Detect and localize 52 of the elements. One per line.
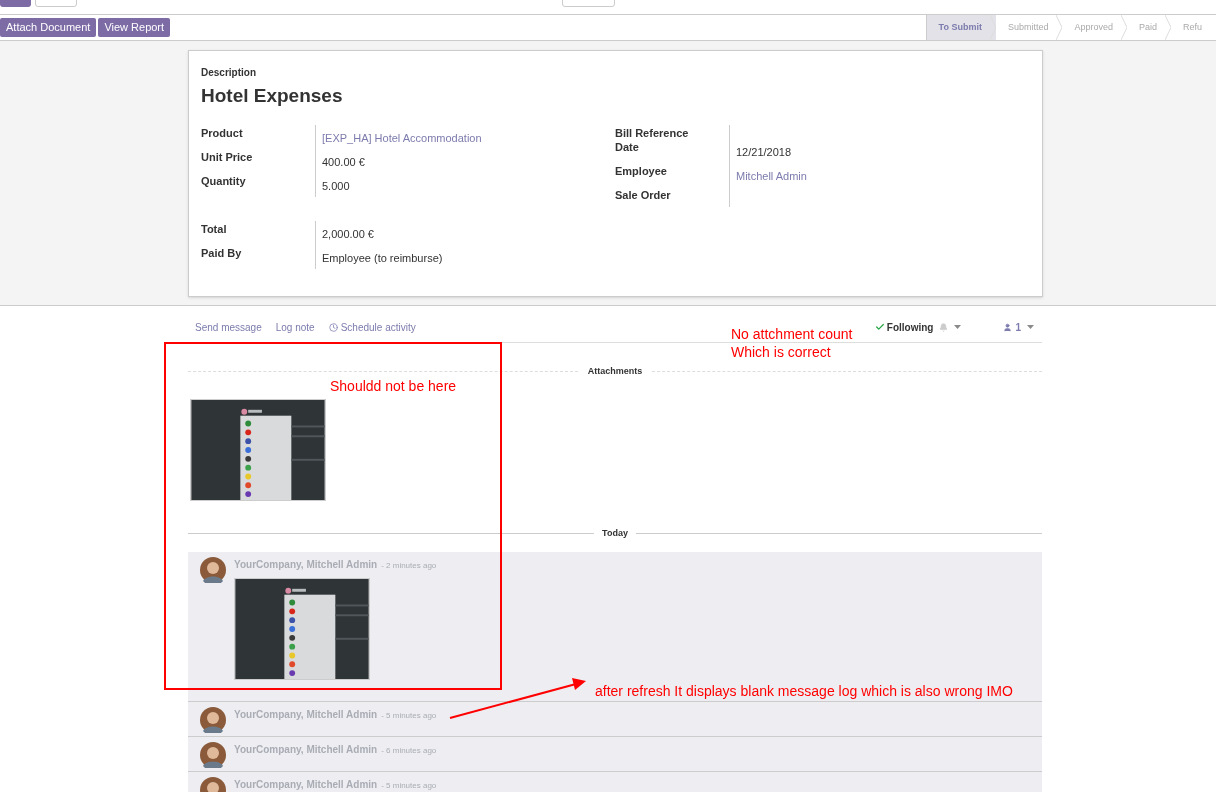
followers-button[interactable]: 1	[1003, 319, 1021, 335]
chevron-icon	[1120, 15, 1127, 40]
avatar	[200, 742, 226, 768]
avatar	[200, 557, 226, 583]
chatter-action[interactable]: Log note	[275, 319, 315, 335]
field-label: Date	[615, 139, 640, 155]
caret-icon	[954, 325, 962, 329]
following-button[interactable]: Following	[874, 319, 934, 335]
clock-icon	[328, 322, 338, 332]
annotation-text: No attchment count Which is correct	[731, 325, 853, 361]
status-stage[interactable]: Paid	[1126, 15, 1171, 40]
field-label: Employee	[615, 163, 668, 179]
field-value: 12/21/2018	[736, 145, 792, 158]
field-link[interactable]: [EXP_HA] Hotel Accommodation	[322, 131, 482, 144]
field-value: 400.00 €	[322, 155, 365, 168]
annotation-text: after refresh It displays blank message log which is also wrong IMO	[595, 682, 1013, 700]
field-label: Sale Order	[615, 187, 672, 203]
message-author: YourCompany, Mitchell Admin	[234, 743, 378, 757]
date-divider: Today	[602, 526, 628, 540]
field-label: Bill Reference	[615, 125, 690, 141]
field-value: 2,000.00 €	[322, 227, 374, 240]
field-label: Product	[201, 125, 244, 141]
action-button[interactable]: View Report	[98, 18, 171, 37]
annotation-text: Shouldd not be here	[330, 377, 457, 395]
avatar	[200, 707, 226, 733]
field-link[interactable]: Mitchell Admin	[736, 169, 807, 182]
check-icon	[874, 322, 885, 332]
chevron-icon	[1165, 15, 1171, 40]
attachments-heading: Attachments	[587, 365, 643, 378]
message-author: YourCompany, Mitchell Admin	[234, 708, 378, 722]
message-author: YourCompany, Mitchell Admin	[234, 558, 378, 572]
caret-icon	[1027, 325, 1034, 329]
chevron-icon	[989, 15, 996, 40]
field-label: Total	[201, 221, 228, 237]
field-label: Paid By	[201, 245, 243, 261]
bell-icon[interactable]	[939, 322, 949, 332]
status-stage[interactable]: To Submit	[925, 15, 996, 40]
chatter-action[interactable]: Schedule activity	[328, 319, 416, 335]
user-icon	[1003, 322, 1013, 332]
field-label: Quantity	[201, 173, 247, 189]
action-button[interactable]: Attach Document	[0, 18, 97, 37]
status-stage[interactable]: Approved	[1062, 15, 1127, 40]
field-value: 5.000	[322, 179, 350, 192]
field-value: Employee (to reimburse)	[322, 251, 443, 264]
status-stage[interactable]: Submitted	[995, 15, 1063, 40]
field-label: Unit Price	[201, 149, 254, 165]
status-stage[interactable]: Refu	[1171, 15, 1216, 40]
chatter-action[interactable]: Send message	[195, 319, 262, 335]
chevron-icon	[1056, 15, 1063, 40]
expense-title: Hotel Expenses	[201, 84, 344, 108]
description-label: Description	[201, 66, 257, 80]
message-author: YourCompany, Mitchell Admin	[234, 778, 378, 792]
